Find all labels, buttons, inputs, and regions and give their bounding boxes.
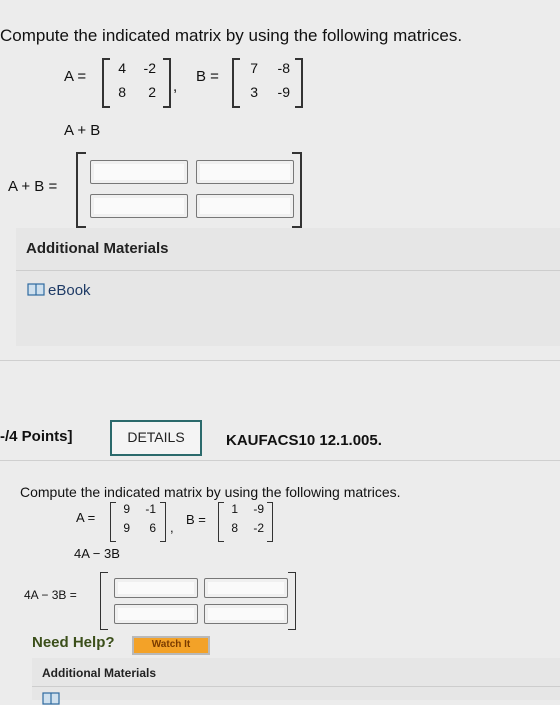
- matrix-a-cell: 8: [118, 84, 126, 100]
- additional-materials-heading: Additional Materials: [26, 240, 169, 257]
- matrix-a-right-bracket: [160, 502, 166, 542]
- matrix-b-cell: -9: [253, 502, 264, 516]
- answer-left-bracket: [100, 572, 108, 630]
- ebook-icon: [42, 692, 60, 705]
- answer-cell-r1c2[interactable]: [204, 578, 288, 598]
- matrix-b-right-bracket: [267, 502, 273, 542]
- answer-label: 4A − 3B =: [24, 588, 77, 602]
- answer-label: A + B =: [8, 178, 58, 195]
- matrix-b-cell: -8: [277, 60, 290, 76]
- additional-materials-heading: Additional Materials: [42, 666, 157, 680]
- matrix-a-cell: 9: [123, 502, 130, 516]
- answer-cell-r2c1[interactable]: [90, 194, 188, 218]
- matrix-a-cell: 6: [149, 521, 156, 535]
- answer-left-bracket: [76, 152, 86, 228]
- panel-divider: [16, 270, 560, 271]
- matrix-a-cell: -2: [143, 60, 156, 76]
- matrix-a-cell: 4: [118, 60, 126, 76]
- expression-label: 4A − 3B: [74, 546, 120, 561]
- section-divider: [0, 460, 560, 461]
- matrix-b-cell: 1: [231, 502, 238, 516]
- answer-cell-r1c2[interactable]: [196, 160, 294, 184]
- ebook-icon: [27, 283, 45, 296]
- answer-right-bracket: [292, 152, 302, 228]
- answer-cell-r2c1[interactable]: [114, 604, 198, 624]
- need-help-label: Need Help?: [32, 634, 115, 651]
- answer-cell-r2c2[interactable]: [204, 604, 288, 624]
- matrix-b-cell: -2: [253, 521, 264, 535]
- question-prompt: Compute the indicated matrix by using th…: [20, 484, 401, 500]
- answer-cell-r1c1[interactable]: [114, 578, 198, 598]
- question-code: KAUFACS10 12.1.005.: [226, 432, 382, 449]
- panel-divider: [32, 686, 560, 687]
- matrix-a-label: A =: [76, 510, 96, 525]
- ebook-link[interactable]: eBook: [48, 282, 91, 299]
- matrix-a-cell: 2: [148, 84, 156, 100]
- matrix-a-cell: 9: [123, 521, 130, 535]
- matrix-a-right-bracket: [163, 58, 171, 108]
- answer-cell-r1c1[interactable]: [90, 160, 188, 184]
- matrix-b-label: B =: [186, 512, 206, 527]
- answer-cell-r2c2[interactable]: [196, 194, 294, 218]
- matrix-b-cell: 7: [250, 60, 258, 76]
- matrix-b-cell: -9: [277, 84, 290, 100]
- matrix-b-label: B =: [196, 68, 219, 85]
- matrix-a-label: A =: [64, 68, 87, 85]
- points-label: -/4 Points]: [0, 428, 73, 445]
- matrix-b-cell: 8: [231, 521, 238, 535]
- expression-label: A + B: [64, 122, 101, 139]
- details-button[interactable]: DETAILS: [110, 420, 202, 456]
- answer-right-bracket: [288, 572, 296, 630]
- section-divider: [0, 360, 560, 361]
- matrix-b-cell: 3: [250, 84, 258, 100]
- matrix-b-right-bracket: [295, 58, 303, 108]
- watch-it-button[interactable]: Watch It: [132, 636, 210, 655]
- question-prompt: Compute the indicated matrix by using th…: [0, 26, 463, 45]
- matrix-a-cell: -1: [145, 502, 156, 516]
